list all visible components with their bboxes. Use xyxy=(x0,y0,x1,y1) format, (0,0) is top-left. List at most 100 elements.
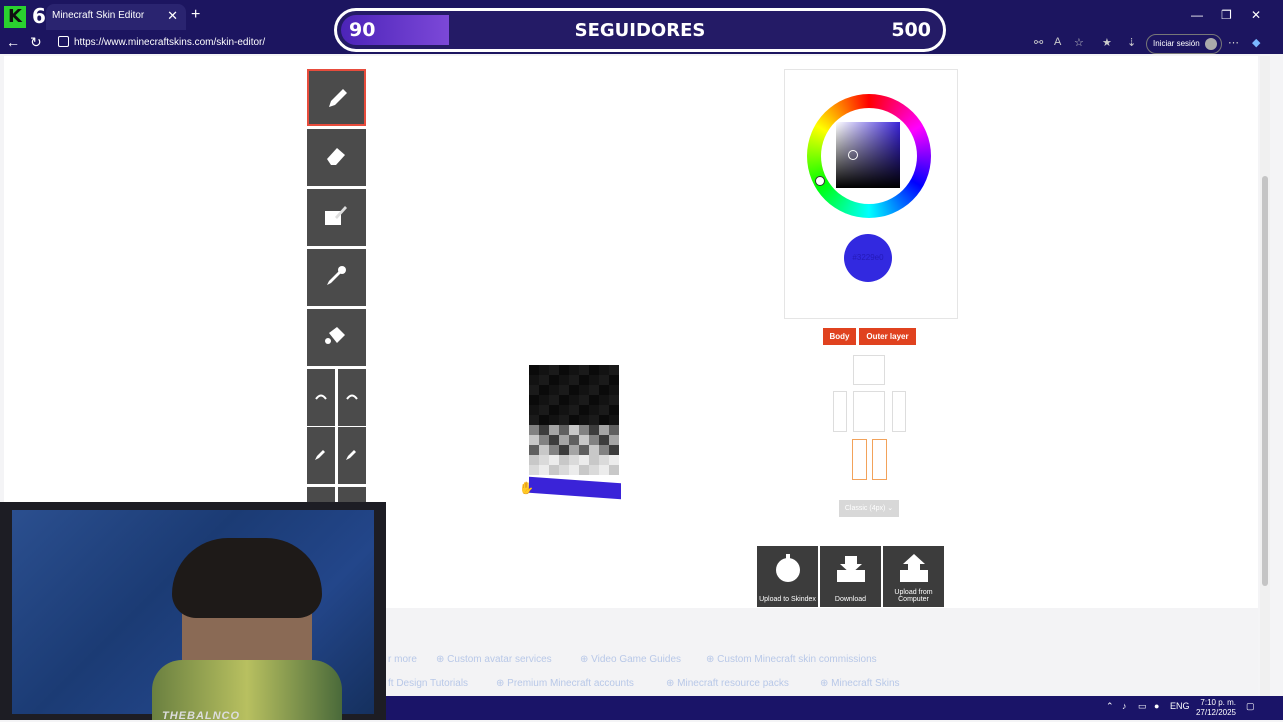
skin-pixel xyxy=(539,395,549,405)
skin-pixel xyxy=(579,365,589,375)
skin-pixel xyxy=(529,445,539,455)
hue-handle[interactable] xyxy=(815,176,825,186)
lock-icon xyxy=(58,36,69,47)
skin-pixel xyxy=(579,375,589,385)
eraser-tool-button[interactable] xyxy=(307,129,366,186)
skin-pixel xyxy=(529,365,539,375)
footer-link[interactable]: ⊕ Custom avatar services xyxy=(436,654,552,665)
pencil-icon xyxy=(329,89,347,107)
body-layer-button[interactable]: Body xyxy=(823,328,856,345)
favorite-icon[interactable]: ☆ xyxy=(1074,36,1084,49)
skin-pixel xyxy=(529,395,539,405)
pencil-tool-button[interactable] xyxy=(307,69,366,126)
skin-pixel xyxy=(579,445,589,455)
right-leg-part-toggle[interactable] xyxy=(852,439,867,480)
footer-link[interactable]: ⊕ Minecraft Skins xyxy=(820,678,900,689)
footer-link[interactable]: ⊕ Video Game Guides xyxy=(580,654,681,665)
skin-pixel xyxy=(549,425,559,435)
right-arm-part-toggle[interactable] xyxy=(833,391,847,432)
outer-layer-button[interactable]: Outer layer xyxy=(859,328,916,345)
redo-icon xyxy=(346,394,358,400)
signin-button[interactable]: Iniciar sesión xyxy=(1146,34,1222,54)
footer-link[interactable]: ⊕ Minecraft resource packs xyxy=(666,678,789,689)
hand-cursor-icon: ✋ xyxy=(519,481,534,495)
saturation-value-box[interactable] xyxy=(836,122,900,188)
scrollbar-thumb[interactable] xyxy=(1262,176,1268,586)
skin-pixel xyxy=(559,405,569,415)
skin-pixel xyxy=(549,385,559,395)
mic-icon[interactable]: ● xyxy=(1154,701,1159,711)
footer-link[interactable]: r more xyxy=(388,654,417,665)
color-replace-tool-button[interactable] xyxy=(307,189,366,246)
skin-pixel xyxy=(599,405,609,415)
lighten-tool-button[interactable] xyxy=(307,427,335,484)
download-icon[interactable]: ⇣ xyxy=(1127,36,1136,49)
download-icon xyxy=(837,556,865,582)
followers-goal: 500 xyxy=(891,19,931,41)
footer-link[interactable]: ⊕ Premium Minecraft accounts xyxy=(496,678,634,689)
notifications-icon[interactable]: ▢ xyxy=(1246,701,1255,712)
refresh-icon[interactable]: ↻ xyxy=(30,34,42,51)
current-color-swatch[interactable]: #3229e0 xyxy=(844,234,892,282)
redo-button[interactable] xyxy=(338,369,366,426)
copilot-icon[interactable]: ◆ xyxy=(1252,36,1260,49)
skin-pixel xyxy=(539,405,549,415)
skin-pixel xyxy=(579,455,589,465)
skin-pixel xyxy=(579,425,589,435)
volume-icon[interactable]: ♪ xyxy=(1122,701,1127,711)
bucket-tool-button[interactable] xyxy=(307,309,366,366)
left-leg-part-toggle[interactable] xyxy=(872,439,887,480)
more-icon[interactable]: ⋯ xyxy=(1228,36,1239,49)
clock[interactable]: 7:10 p. m. 27/12/2025 xyxy=(1192,698,1236,718)
close-window-icon[interactable]: ✕ xyxy=(1251,8,1261,22)
skin-pixel xyxy=(609,365,619,375)
eyedropper-icon xyxy=(327,266,346,285)
back-icon[interactable]: ← xyxy=(6,34,20,50)
new-tab-icon[interactable]: + xyxy=(191,6,200,24)
language-indicator[interactable]: ENG xyxy=(1170,701,1190,711)
skin-pixel xyxy=(589,435,599,445)
left-arm-part-toggle[interactable] xyxy=(892,391,906,432)
translate-icon[interactable]: ⚯ xyxy=(1034,36,1043,49)
skin-pixel xyxy=(599,435,609,445)
eyedropper-tool-button[interactable] xyxy=(307,249,366,306)
model-select[interactable]: Classic (4px) ⌄ xyxy=(839,500,899,517)
signin-label: Iniciar sesión xyxy=(1153,39,1200,48)
download-button[interactable]: Download xyxy=(820,546,881,607)
skin-pixel xyxy=(589,445,599,455)
favorites-list-icon[interactable]: ★ xyxy=(1102,36,1112,49)
upload-to-skindex-button[interactable]: Upload to Skindex xyxy=(757,546,818,607)
browser-tab[interactable]: Minecraft Skin Editor ✕ xyxy=(46,4,186,30)
skin-pixel xyxy=(589,385,599,395)
saturation-handle[interactable] xyxy=(848,150,858,160)
undo-icon xyxy=(315,394,327,400)
skin-pixel xyxy=(579,415,589,425)
upload-from-computer-button[interactable]: Upload from Computer xyxy=(883,546,944,607)
skin-pixel xyxy=(539,375,549,385)
skin-pixel xyxy=(609,435,619,445)
skin-pixel xyxy=(589,465,599,475)
page-scrollbar[interactable] xyxy=(1260,56,1270,696)
darken-tool-button[interactable] xyxy=(338,427,366,484)
footer-link[interactable]: ⊕ Custom Minecraft skin commissions xyxy=(706,654,877,665)
maximize-icon[interactable]: ❐ xyxy=(1221,8,1232,22)
skin-pixel xyxy=(559,425,569,435)
torso-part-toggle[interactable] xyxy=(853,391,885,432)
network-icon[interactable]: ▭ xyxy=(1138,701,1147,712)
skin-pixel xyxy=(549,435,559,445)
skin-pixel xyxy=(569,365,579,375)
undo-button[interactable] xyxy=(307,369,335,426)
head-part-toggle[interactable] xyxy=(853,355,885,385)
skin-pixel xyxy=(529,465,539,475)
skin-pixel xyxy=(609,405,619,415)
read-aloud-icon[interactable]: A xyxy=(1054,36,1061,48)
skin-pixel xyxy=(579,465,589,475)
tab-close-icon[interactable]: ✕ xyxy=(167,8,178,24)
streamer-hair xyxy=(172,538,322,618)
follower-goal-overlay: 90 SEGUIDORES 500 xyxy=(334,8,946,52)
minimize-icon[interactable]: — xyxy=(1191,8,1203,22)
skin-pixel xyxy=(559,435,569,445)
skin-pixel xyxy=(549,445,559,455)
tray-chevron-icon[interactable]: ⌃ xyxy=(1106,701,1114,712)
footer-link[interactable]: ft Design Tutorials xyxy=(388,678,468,689)
